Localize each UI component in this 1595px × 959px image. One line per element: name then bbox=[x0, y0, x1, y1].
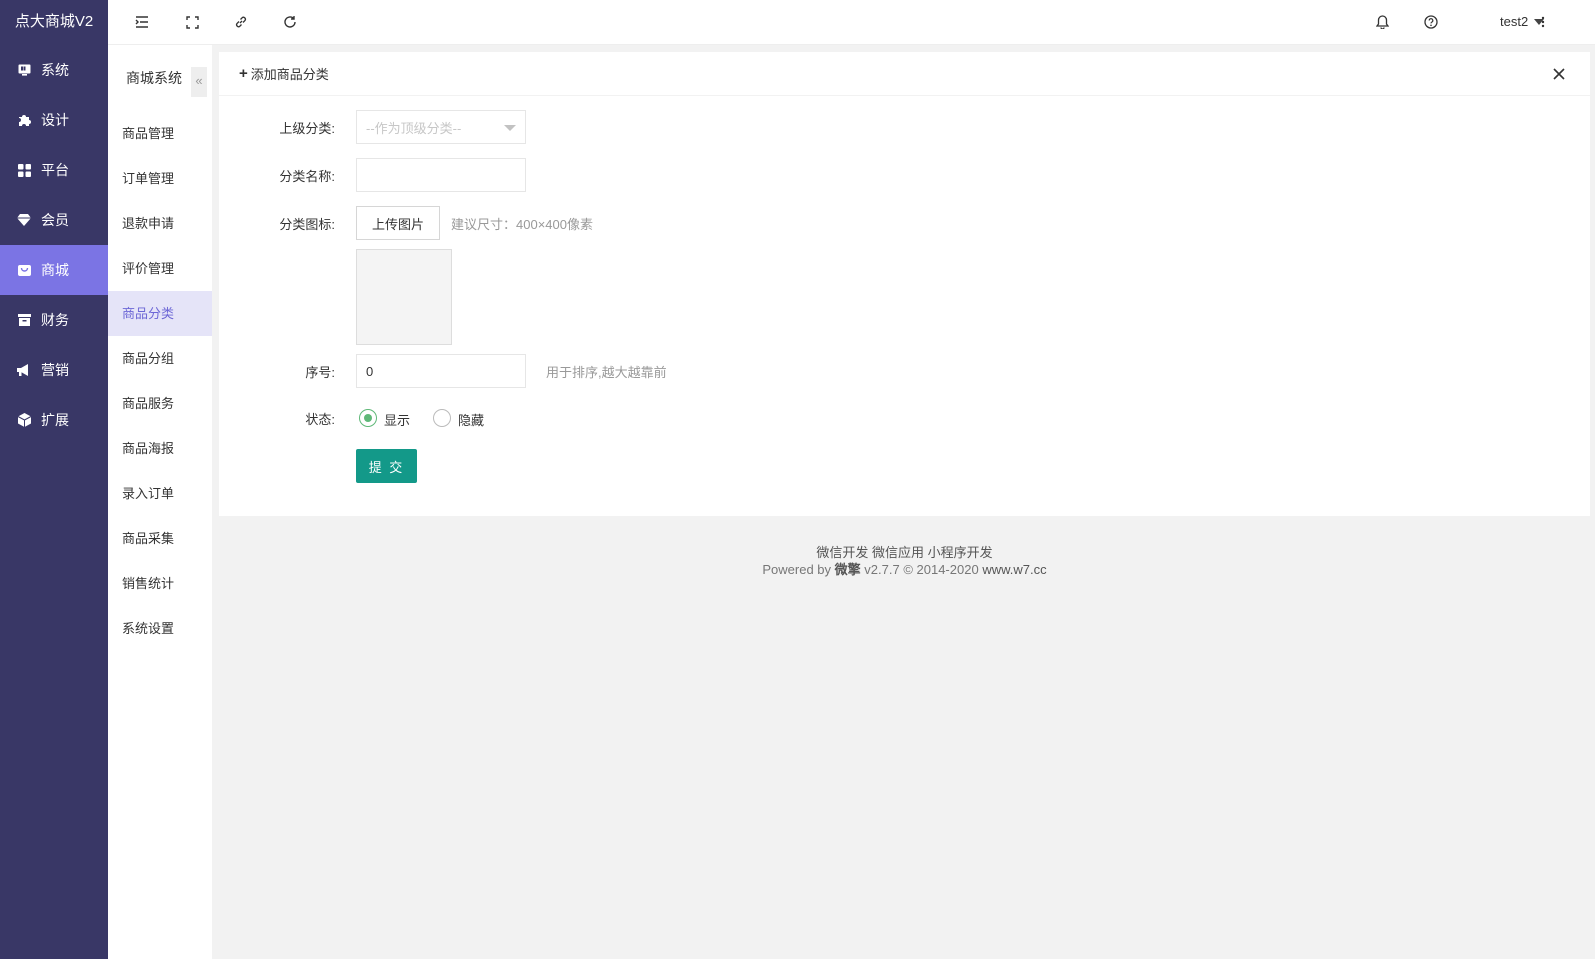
status-hide-radio[interactable] bbox=[433, 409, 451, 427]
sub-menu: 商城系统 « 商品管理 订单管理 退款申请 评价管理 商品分类 商品分组 商品服… bbox=[108, 45, 212, 959]
sub-item-category[interactable]: 商品分类 bbox=[108, 291, 212, 336]
nav-label: 平台 bbox=[41, 162, 69, 178]
menu-toggle-icon[interactable] bbox=[132, 12, 152, 32]
nav-label: 系统 bbox=[41, 62, 69, 78]
parent-category-placeholder: --作为顶级分类-- bbox=[366, 120, 462, 136]
order-label: 序号: bbox=[305, 364, 335, 380]
nav-item-finance[interactable]: 财务 bbox=[0, 295, 108, 345]
help-icon[interactable] bbox=[1421, 12, 1441, 32]
chevron-down-icon bbox=[504, 125, 516, 131]
sub-item-sales-stats[interactable]: 销售统计 bbox=[108, 561, 212, 606]
monitor-icon bbox=[16, 62, 32, 78]
link-icon[interactable] bbox=[231, 12, 251, 32]
sub-item-order-manage[interactable]: 订单管理 bbox=[108, 156, 212, 201]
image-preview bbox=[356, 249, 452, 345]
cube-icon bbox=[16, 412, 32, 428]
parent-category-select[interactable]: --作为顶级分类-- bbox=[356, 110, 526, 144]
sub-item-poster[interactable]: 商品海报 bbox=[108, 426, 212, 471]
upload-image-button[interactable]: 上传图片 bbox=[356, 206, 440, 240]
nav-item-extend[interactable]: 扩展 bbox=[0, 395, 108, 445]
nav-label: 财务 bbox=[41, 312, 69, 328]
nav-label: 商城 bbox=[41, 262, 69, 278]
footer-powered: Powered by 微擎 v2.7.7 © 2014-2020 www.w7.… bbox=[219, 559, 1590, 578]
category-icon-label: 分类图标: bbox=[279, 216, 335, 232]
bell-icon[interactable] bbox=[1372, 12, 1392, 32]
nav-item-platform[interactable]: 平台 bbox=[0, 145, 108, 195]
status-label: 状态: bbox=[305, 411, 335, 427]
footer-links-text[interactable]: 微信开发 微信应用 小程序开发 bbox=[816, 545, 992, 560]
fullscreen-icon[interactable] bbox=[182, 12, 202, 32]
sub-item-collect[interactable]: 商品采集 bbox=[108, 516, 212, 561]
shop-icon bbox=[16, 262, 32, 278]
order-input[interactable]: 0 bbox=[356, 354, 526, 388]
order-hint: 用于排序,越大越靠前 bbox=[546, 365, 667, 380]
username: test2 bbox=[1500, 14, 1529, 29]
sub-item-refund[interactable]: 退款申请 bbox=[108, 201, 212, 246]
site-link[interactable]: www.w7.cc bbox=[982, 562, 1046, 577]
version-text: v2.7.7 © 2014-2020 bbox=[864, 562, 979, 577]
nav-item-marketing[interactable]: 营销 bbox=[0, 345, 108, 395]
form-body: 上级分类: --作为顶级分类-- 分类名称: 分类图标: 上传图片 建议尺寸：4… bbox=[219, 52, 1590, 516]
puzzle-icon bbox=[16, 112, 32, 128]
app-logo[interactable]: 点大商城V2 bbox=[0, 0, 108, 45]
nav-item-member[interactable]: 会员 bbox=[0, 195, 108, 245]
category-name-label: 分类名称: bbox=[279, 168, 335, 184]
parent-category-label: 上级分类: bbox=[279, 120, 335, 136]
nav-item-shop[interactable]: 商城 bbox=[0, 245, 108, 295]
category-name-input[interactable] bbox=[356, 158, 526, 192]
wallet-icon bbox=[16, 312, 32, 328]
upload-size-hint: 建议尺寸：400×400像素 bbox=[451, 217, 593, 232]
nav-label: 设计 bbox=[41, 112, 69, 128]
brand-link[interactable]: 微擎 bbox=[835, 562, 861, 577]
nav-item-system[interactable]: 系统 bbox=[0, 45, 108, 95]
sub-item-settings[interactable]: 系统设置 bbox=[108, 606, 212, 651]
nav-item-design[interactable]: 设计 bbox=[0, 95, 108, 145]
sub-item-product-manage[interactable]: 商品管理 bbox=[108, 111, 212, 156]
sub-item-group[interactable]: 商品分组 bbox=[108, 336, 212, 381]
megaphone-icon bbox=[16, 362, 32, 378]
status-show-radio[interactable] bbox=[359, 409, 377, 427]
nav-label: 会员 bbox=[41, 212, 69, 228]
sub-item-enter-order[interactable]: 录入订单 bbox=[108, 471, 212, 516]
powered-by: Powered by bbox=[762, 562, 832, 577]
collapse-button[interactable]: « bbox=[191, 67, 207, 97]
status-show-label[interactable]: 显示 bbox=[384, 410, 410, 429]
grid-icon bbox=[16, 162, 32, 178]
sub-item-review[interactable]: 评价管理 bbox=[108, 246, 212, 291]
refresh-icon[interactable] bbox=[280, 12, 300, 32]
status-hide-label[interactable]: 隐藏 bbox=[458, 410, 484, 429]
nav-label: 扩展 bbox=[41, 412, 69, 428]
diamond-icon bbox=[16, 212, 32, 228]
submit-button[interactable]: 提 交 bbox=[356, 449, 417, 483]
main-sidebar: 点大商城V2 系统 设计 平台 会员 商城 财务 营销 扩展 bbox=[0, 0, 108, 959]
more-vertical-icon[interactable] bbox=[1533, 12, 1553, 32]
sub-item-service[interactable]: 商品服务 bbox=[108, 381, 212, 426]
nav-label: 营销 bbox=[41, 362, 69, 378]
top-bar: test2 bbox=[108, 0, 1595, 45]
